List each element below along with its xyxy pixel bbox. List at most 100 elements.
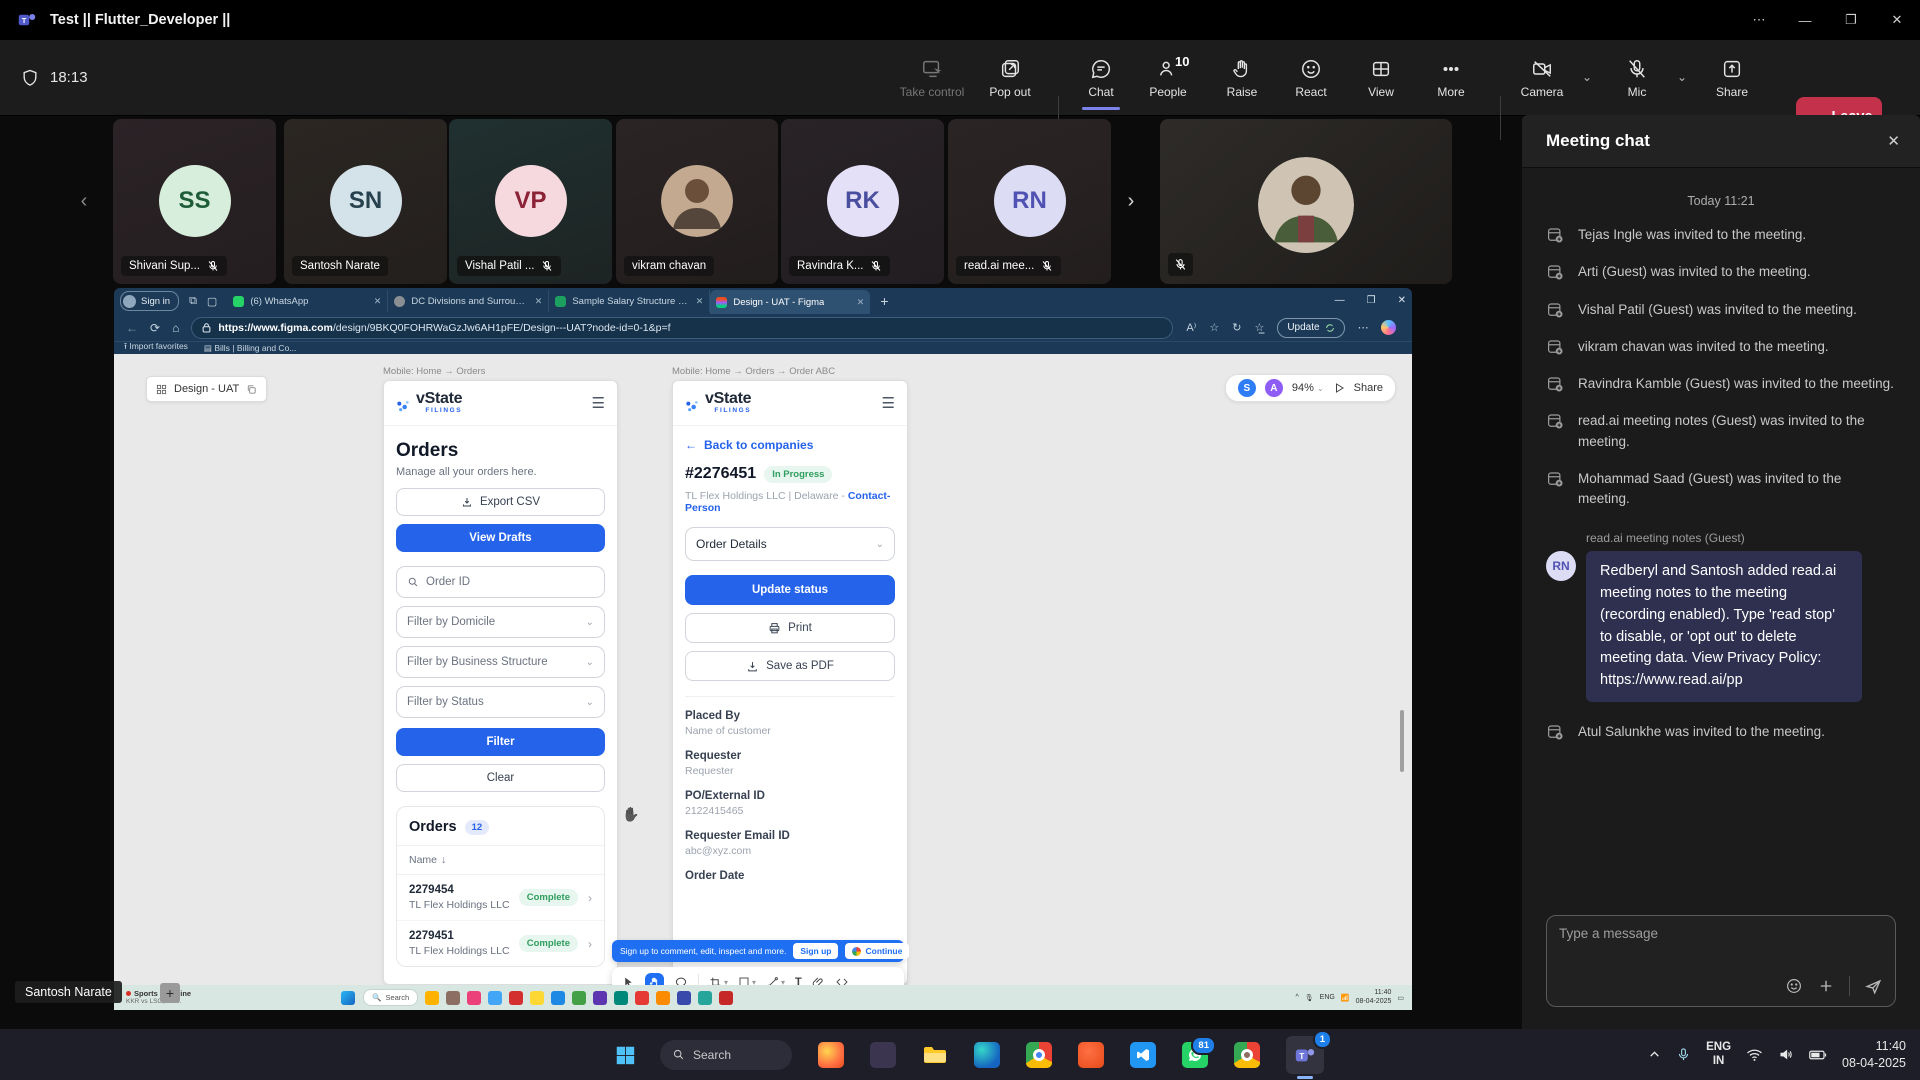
browser-signin-button[interactable]: Sign in [120,291,179,311]
chat-close-icon[interactable]: ✕ [1887,132,1900,150]
clear-button[interactable]: Clear [396,764,605,792]
text-tool-icon[interactable]: T [795,976,802,985]
battery-icon[interactable] [1809,1049,1827,1061]
filter-button[interactable]: Filter [396,728,605,756]
firefox-icon[interactable] [818,1042,844,1068]
tab-close-icon[interactable]: ✕ [535,296,543,307]
comment-tool-icon[interactable] [674,976,688,986]
name-column-header[interactable]: Name↓ [397,845,604,875]
browser-maximize-icon[interactable]: ❐ [1367,295,1376,306]
region-tool-icon[interactable]: ▾ [709,976,728,986]
connector-tool-icon[interactable]: ▾ [766,976,785,986]
share-button[interactable]: Share [1699,48,1765,108]
app-icon[interactable] [530,991,544,1005]
app-icon[interactable] [870,1042,896,1068]
figma-frame-order-detail[interactable]: vStateFILINGS ☰ ←Back to companies #2276… [672,380,908,985]
move-tool-icon[interactable] [622,976,635,986]
figma-canvas[interactable]: Design - UAT S A 94% ⌄ Share Mobile: Hom… [114,354,1412,985]
volume-icon[interactable] [1778,1047,1794,1062]
hamburger-menu-icon[interactable]: ☰ [882,394,895,412]
emoji-icon[interactable] [1785,977,1803,995]
shape-tool-icon[interactable]: ▾ [738,976,756,985]
browser-minimize-icon[interactable]: — [1335,295,1345,306]
whatsapp-icon[interactable]: 81 [1182,1042,1208,1068]
favorite-star-icon[interactable]: ☆ [1209,321,1219,334]
clock[interactable]: 11:40 08-04-2025 [1842,1038,1906,1072]
pop-out-button[interactable]: Pop out [977,48,1043,108]
titlebar-more-icon[interactable]: ⋯ [1736,0,1782,40]
order-id-search-input[interactable]: Order ID [396,566,605,598]
hamburger-menu-icon[interactable]: ☰ [592,394,605,412]
workspaces-icon[interactable]: ⧉ [189,295,197,308]
figma-frame-orders[interactable]: vStateFILINGS ☰ Orders Manage all your o… [383,380,618,985]
app-icon[interactable] [593,991,607,1005]
copilot-icon[interactable] [1381,320,1396,335]
tab-dc-divisions[interactable]: DC Divisions and Surroundings✕ [388,290,549,312]
print-button[interactable]: Print [685,613,895,643]
participant-tile[interactable]: RN read.ai mee... [948,119,1111,284]
favorite-import[interactable]: ⭱ Import favorites [124,341,188,355]
tab-figma-active[interactable]: Design - UAT - Figma✕ [710,290,870,314]
collaborator-avatar[interactable]: S [1238,379,1256,397]
app-icon[interactable] [446,991,460,1005]
file-explorer-icon[interactable] [922,1042,948,1068]
browser-menu-icon[interactable]: ⋯ [1358,321,1369,334]
order-details-select[interactable]: Order Details⌄ [685,527,895,561]
app-icon[interactable] [614,991,628,1005]
close-button[interactable]: ✕ [1874,0,1920,40]
spotlight-tile[interactable] [1160,119,1452,284]
canvas-scrollbar[interactable] [1400,710,1404,772]
update-status-button[interactable]: Update status [685,575,895,605]
app-icon[interactable] [572,991,586,1005]
filmstrip-scroll-left-icon[interactable]: ‹ [72,119,96,284]
app-icon[interactable] [656,991,670,1005]
camera-button[interactable]: Camera [1509,48,1575,108]
start-button[interactable] [612,1042,638,1068]
tab-close-icon[interactable]: ✕ [857,297,865,308]
figma-share-button[interactable]: Share [1354,382,1383,394]
maximize-button[interactable]: ❐ [1828,0,1874,40]
zoom-level[interactable]: 94% ⌄ [1292,382,1324,394]
mic-button[interactable]: Mic [1604,48,1670,108]
favorites-bar-icon[interactable]: ☆̲ [1254,321,1264,334]
brave-icon[interactable] [1078,1042,1104,1068]
prototype-play-icon[interactable] [1333,382,1345,394]
hand-tool-icon[interactable] [645,973,664,986]
app-icon[interactable] [425,991,439,1005]
figma-doc-switcher[interactable]: Design - UAT [146,376,267,402]
url-field[interactable]: https://www.figma.com/design/9BKQ0FOHRWa… [191,317,1173,339]
tab-close-icon[interactable]: ✕ [696,296,704,307]
chat-button[interactable]: Chat [1068,48,1134,108]
app-icon[interactable] [509,991,523,1005]
participant-tile[interactable]: VP Vishal Patil ... [449,119,612,284]
google-continue-button[interactable]: Continue [845,943,909,959]
tray-mic-icon[interactable] [1676,1047,1691,1062]
camera-options-chevron-icon[interactable]: ⌄ [1582,70,1592,84]
save-as-pdf-button[interactable]: Save as PDF [685,651,895,681]
tray-chevron-icon[interactable] [1648,1048,1661,1061]
app-icon[interactable] [698,991,712,1005]
participant-tile[interactable]: RK Ravindra K... [781,119,944,284]
more-button[interactable]: More [1418,48,1484,108]
participant-tile[interactable]: SN Santosh Narate [284,119,447,284]
news-widget[interactable]: Sports Headline KKR vs LSG, IPL... [126,990,191,1005]
start-icon[interactable] [341,991,355,1005]
favorite-bills[interactable]: ▤ Bills | Billing and Co... [204,343,296,354]
filter-status-select[interactable]: Filter by Status⌄ [396,686,605,718]
minimize-button[interactable]: — [1782,0,1828,40]
export-csv-button[interactable]: Export CSV [396,488,605,516]
tab-whatsapp[interactable]: (6) WhatsApp✕ [227,290,388,312]
raise-hand-button[interactable]: Raise [1209,48,1275,108]
app-icon[interactable] [635,991,649,1005]
filter-structure-select[interactable]: Filter by Business Structure⌄ [396,646,605,678]
app-icon[interactable] [551,991,565,1005]
participant-tile[interactable]: vikram chavan [616,119,778,284]
app-icon[interactable] [677,991,691,1005]
participant-tile[interactable]: SS Shivani Sup... [113,119,276,284]
update-browser-button[interactable]: Update [1277,318,1344,338]
back-to-companies-link[interactable]: ←Back to companies [685,438,895,452]
vscode-icon[interactable] [1130,1042,1156,1068]
wifi-icon[interactable] [1746,1048,1763,1062]
new-tab-icon[interactable]: + [880,293,888,309]
order-row[interactable]: 2279451TL Flex Holdings LLC Complete › [397,921,604,966]
